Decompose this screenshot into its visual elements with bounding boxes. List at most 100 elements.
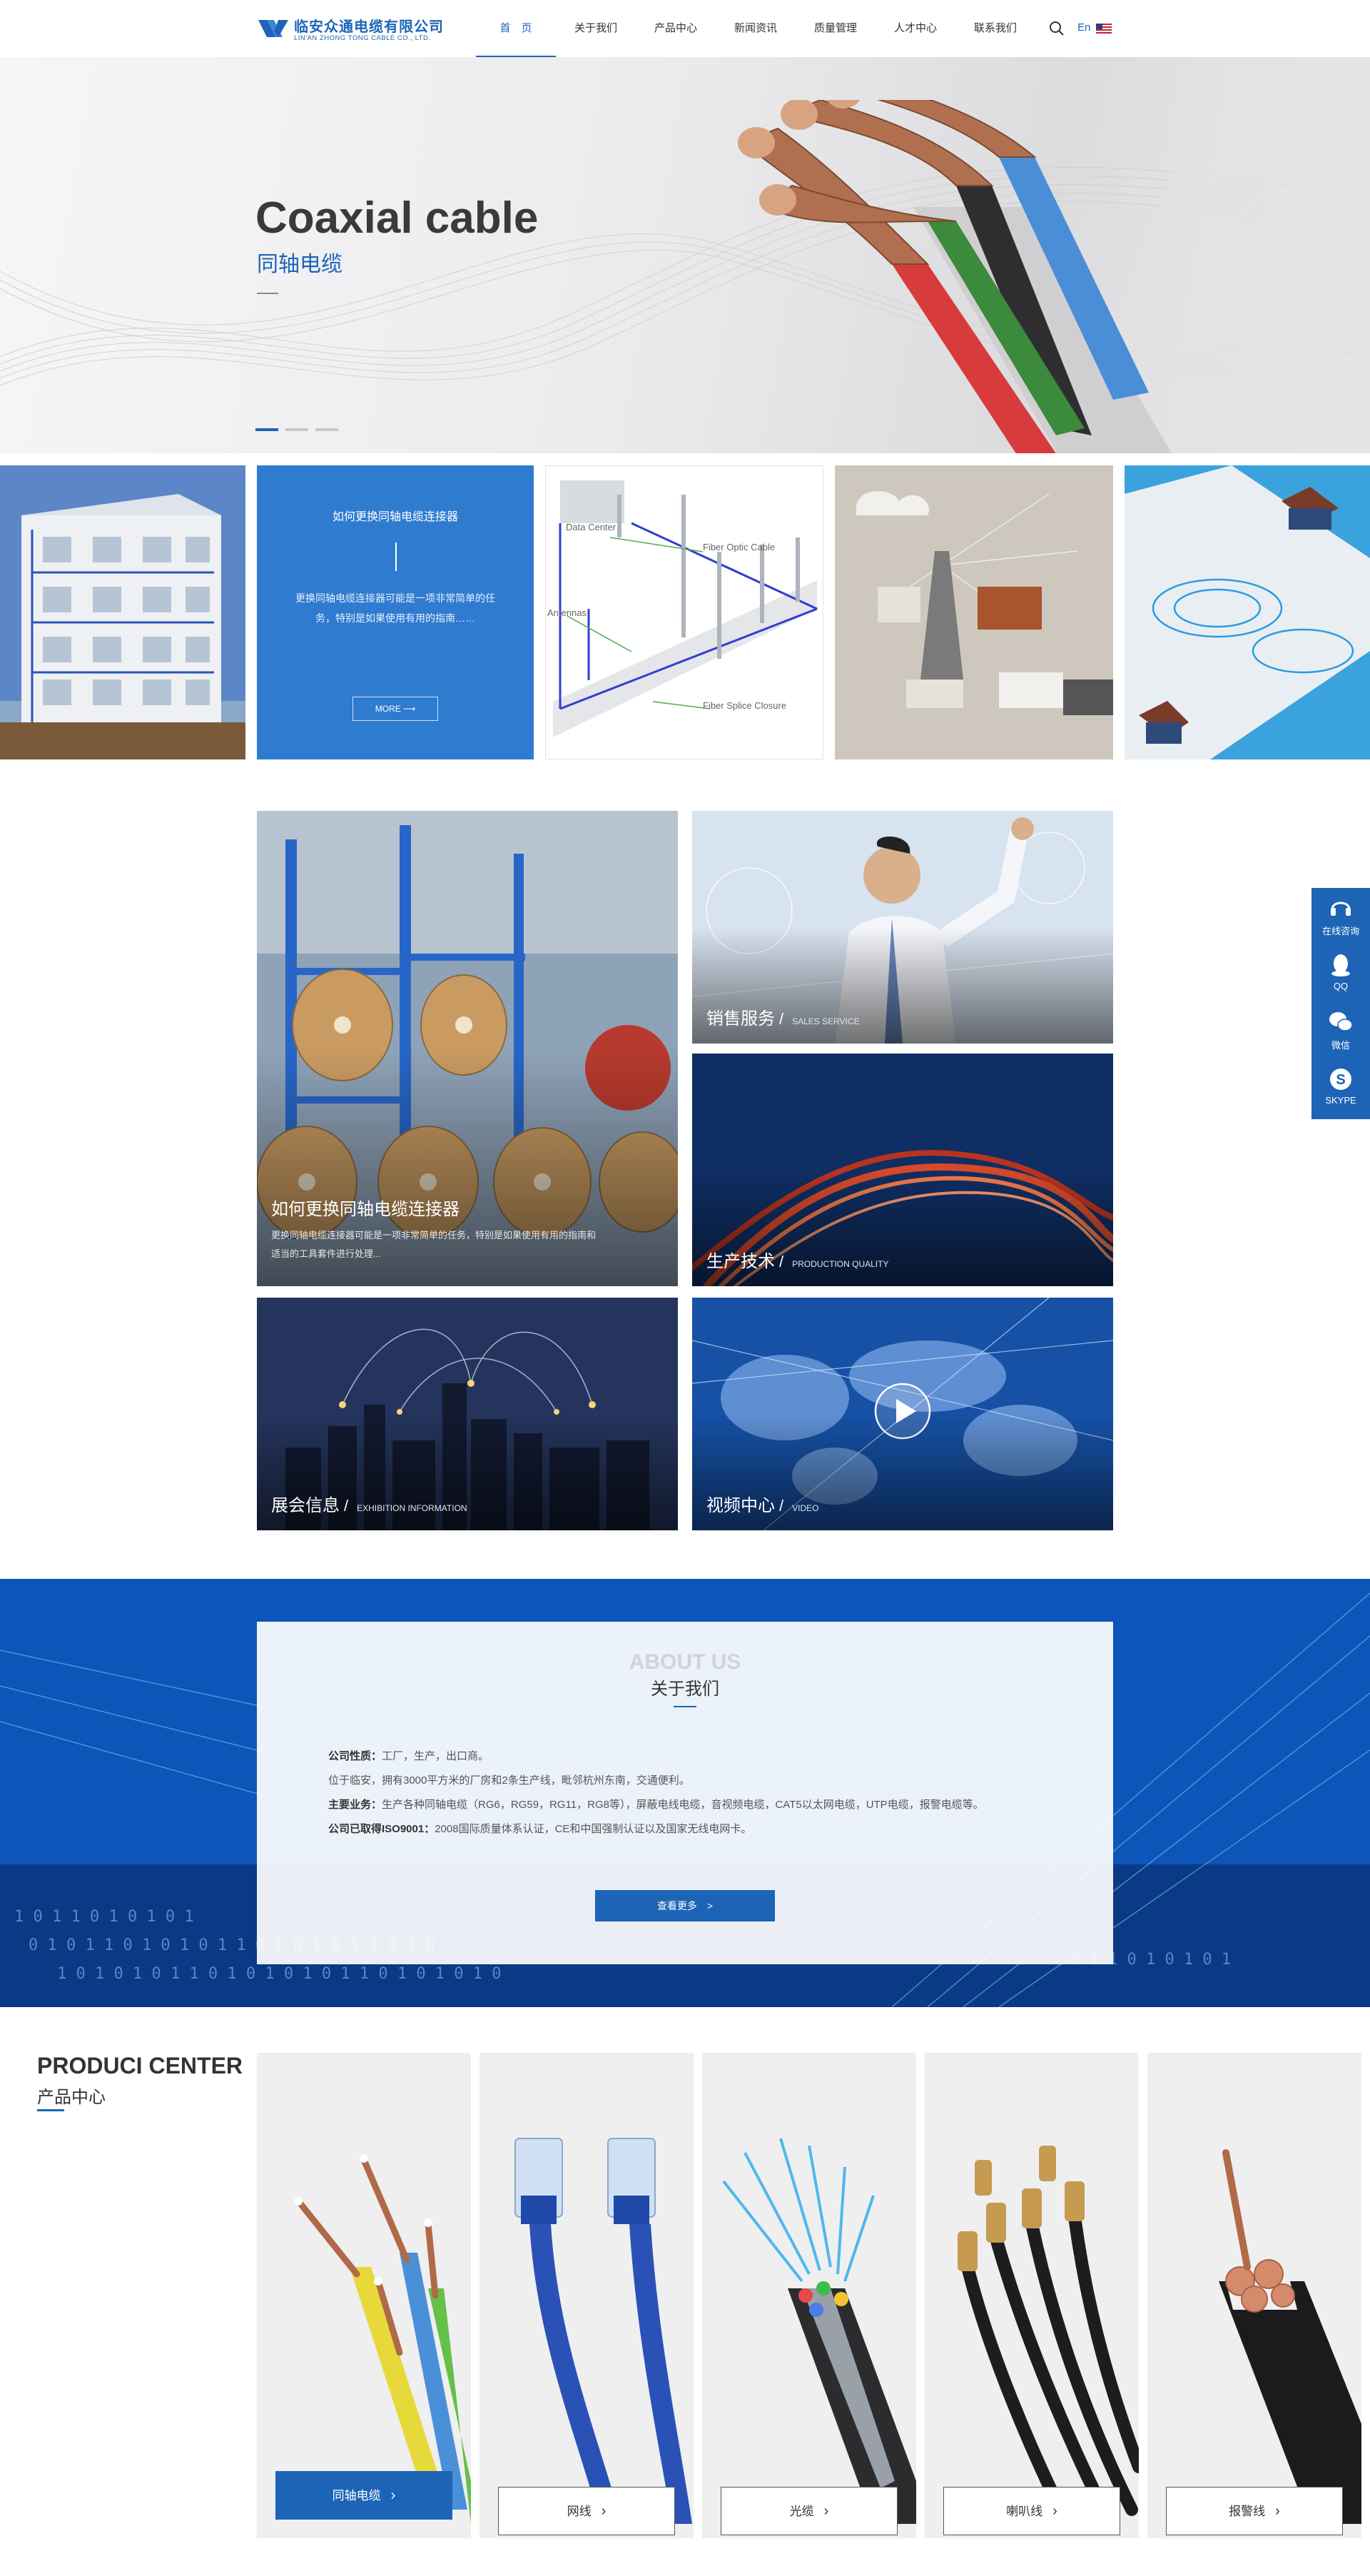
nav-careers[interactable]: 人才中心 xyxy=(876,0,955,57)
hero-banner: Coaxial cable 同轴电缆 xyxy=(0,57,1370,453)
nav-quality[interactable]: 质量管理 xyxy=(796,0,876,57)
chevron-right-icon: › xyxy=(823,2503,829,2519)
nav-about[interactable]: 关于我们 xyxy=(556,0,636,57)
hero-divider xyxy=(257,293,278,294)
svg-text:S: S xyxy=(1336,1072,1345,1088)
product-label: 网线 xyxy=(567,2505,592,2518)
product-label: 同轴电缆 xyxy=(332,2489,381,2502)
chevron-right-icon: › xyxy=(601,2503,607,2519)
about-value: 生产各种同轴电缆（RG6，RG59，RG11，RG8等），屏蔽电线电缆，音视频电… xyxy=(382,1799,984,1811)
about-line: 公司已取得ISO9001：2008国际质量体系认证，CE和中国强制认证以及国家无… xyxy=(328,1817,984,1842)
building-image xyxy=(0,465,245,759)
label-cn: 生产技术 xyxy=(706,1252,775,1271)
coaxial-cable-image xyxy=(257,2053,471,2538)
product-button-coaxial[interactable]: 同轴电缆 › xyxy=(275,2471,452,2520)
city-diagram-tile[interactable] xyxy=(835,465,1113,759)
nav-news[interactable]: 新闻资讯 xyxy=(716,0,796,57)
service-label-exhibition: 展会信息 / EXHIBITION INFORMATION xyxy=(271,1496,467,1515)
service-card-desc: 更换同轴电缆连接器可能是一项非常简单的任务，特别是如果使用有用的指南和适当的工具… xyxy=(271,1230,597,1259)
float-label: SKYPE xyxy=(1325,1095,1356,1106)
about-title-cn: 关于我们 xyxy=(651,1680,719,1699)
search-icon[interactable] xyxy=(1049,21,1065,36)
about-divider xyxy=(674,1706,696,1707)
diagram-label-data-center: Data Center xyxy=(566,522,616,532)
nav-contact[interactable]: 联系我们 xyxy=(955,0,1035,57)
label-cn: 视频中心 xyxy=(706,1496,775,1515)
nav-products[interactable]: 产品中心 xyxy=(636,0,716,57)
about-title-en: ABOUT US xyxy=(629,1650,741,1674)
float-label: QQ xyxy=(1333,981,1349,991)
logo[interactable]: 临安众通电缆有限公司 LIN'AN ZHONG TONG CABLE CO., … xyxy=(257,13,444,46)
product-label: 喇叭线 xyxy=(1006,2505,1043,2518)
cable-image xyxy=(738,100,1172,453)
diagram-label-antennas: Antennas xyxy=(547,607,587,618)
label-en: EXHIBITION INFORMATION xyxy=(357,1503,467,1513)
slide-dot-1[interactable] xyxy=(255,428,278,431)
optical-cable-image xyxy=(702,2053,916,2538)
language-switch[interactable]: En xyxy=(1077,21,1090,34)
main-nav: 首 页 关于我们 产品中心 新闻资讯 质量管理 人才中心 联系我们 xyxy=(476,0,1035,57)
logo-text: 临安众通电缆有限公司 xyxy=(294,19,444,35)
label-cn: 展会信息 xyxy=(271,1496,340,1515)
about-label: 主要业务： xyxy=(328,1799,382,1811)
float-skype[interactable]: S SKYPE xyxy=(1311,1059,1370,1116)
product-button-alarm[interactable]: 报警线 › xyxy=(1166,2487,1343,2535)
us-flag-icon[interactable] xyxy=(1096,24,1112,34)
network-diagram: Data Center Fiber Optic Cable Antennas F… xyxy=(547,480,818,737)
service-card-production[interactable]: 生产技术 / PRODUCTION QUALITY xyxy=(692,1054,1113,1286)
service-label-production: 生产技术 / PRODUCTION QUALITY xyxy=(706,1252,889,1271)
about-line: 公司性质：工厂，生产，出口商。 xyxy=(328,1744,984,1769)
view-more-button[interactable]: 查看更多 > xyxy=(595,1890,775,1921)
product-card-speaker[interactable]: 喇叭线 › xyxy=(925,2053,1139,2538)
building-image-tile[interactable] xyxy=(0,465,245,759)
service-label-video: 视频中心 / VIDEO xyxy=(706,1496,819,1515)
nav-home[interactable]: 首 页 xyxy=(476,0,556,57)
logo-subtext: LIN'AN ZHONG TONG CABLE CO., LTD. xyxy=(294,34,431,42)
about-line: 位于临安，拥有3000平方米的厂房和2条生产线，毗邻杭州东南，交通便利。 xyxy=(328,1769,984,1793)
network-cable-image xyxy=(480,2053,694,2538)
floating-contact-bar: 在线咨询 QQ 微信 S SKYPE xyxy=(1311,888,1370,1119)
service-card-sales[interactable]: 销售服务 / SALES SERVICE xyxy=(692,811,1113,1044)
slide-dot-3[interactable] xyxy=(315,428,338,431)
street-diagram xyxy=(1125,465,1370,759)
float-wechat[interactable]: 微信 xyxy=(1311,1002,1370,1059)
float-online-consult[interactable]: 在线咨询 xyxy=(1311,888,1370,945)
product-button-optical[interactable]: 光缆 › xyxy=(721,2487,898,2535)
about-card: ABOUT US 关于我们 公司性质：工厂，生产，出口商。 位于临安，拥有300… xyxy=(257,1622,1113,1964)
label-cn: 销售服务 xyxy=(706,1009,775,1029)
product-card-alarm[interactable]: 报警线 › xyxy=(1147,2053,1361,2538)
product-button-speaker[interactable]: 喇叭线 › xyxy=(943,2487,1120,2535)
street-diagram-tile[interactable] xyxy=(1125,465,1370,759)
product-card-network[interactable]: 网线 › xyxy=(480,2053,694,2538)
arrow-right-icon: ⟶ xyxy=(403,704,416,714)
chevron-right-icon: › xyxy=(390,2487,396,2503)
info-tile-text: 更换同轴电缆连接器可能是一项非常简单的任务，特别是如果使用有用的指南…… xyxy=(295,592,495,624)
service-card-title: 如何更换同轴电缆连接器 xyxy=(271,1200,460,1219)
about-line: 主要业务：生产各种同轴电缆（RG6，RG59，RG11，RG8等），屏蔽电线电缆… xyxy=(328,1793,984,1817)
info-more-button[interactable]: MORE ⟶ xyxy=(352,697,438,721)
diagram-label-fiber-optic: Fiber Optic Cable xyxy=(703,542,775,552)
slide-dot-2[interactable] xyxy=(285,428,308,431)
alarm-cable-image xyxy=(1147,2053,1361,2538)
network-diagram-tile[interactable]: Data Center Fiber Optic Cable Antennas F… xyxy=(545,465,823,759)
feature-strip: 如何更换同轴电缆连接器 更换同轴电缆连接器可能是一项非常简单的任务，特别是如果使… xyxy=(0,465,1370,759)
skype-icon: S xyxy=(1330,1069,1351,1090)
float-label: 微信 xyxy=(1331,1040,1350,1051)
product-label: 光缆 xyxy=(789,2505,814,2518)
header: 临安众通电缆有限公司 LIN'AN ZHONG TONG CABLE CO., … xyxy=(0,0,1370,57)
service-label-sales: 销售服务 / SALES SERVICE xyxy=(706,1009,860,1029)
product-card-coaxial[interactable]: 同轴电缆 › xyxy=(257,2053,471,2538)
service-card-exhibition[interactable]: 展会信息 / EXHIBITION INFORMATION xyxy=(257,1298,678,1530)
service-card-connector[interactable]: 如何更换同轴电缆连接器 更换同轴电缆连接器可能是一项非常简单的任务，特别是如果使… xyxy=(257,811,678,1286)
page: 临安众通电缆有限公司 LIN'AN ZHONG TONG CABLE CO., … xyxy=(0,0,1370,2576)
product-card-optical[interactable]: 光缆 › xyxy=(702,2053,916,2538)
product-label: 报警线 xyxy=(1229,2505,1266,2518)
product-button-network[interactable]: 网线 › xyxy=(498,2487,675,2535)
float-qq[interactable]: QQ xyxy=(1311,945,1370,1002)
qq-icon xyxy=(1331,954,1350,976)
about-label: 公司已取得ISO9001： xyxy=(328,1823,435,1835)
chevron-right-icon: › xyxy=(1052,2503,1057,2519)
info-tile[interactable]: 如何更换同轴电缆连接器 更换同轴电缆连接器可能是一项非常简单的任务，特别是如果使… xyxy=(257,465,534,759)
service-card-video[interactable]: 视频中心 / VIDEO xyxy=(692,1298,1113,1530)
about-label: 公司性质： xyxy=(328,1750,382,1762)
